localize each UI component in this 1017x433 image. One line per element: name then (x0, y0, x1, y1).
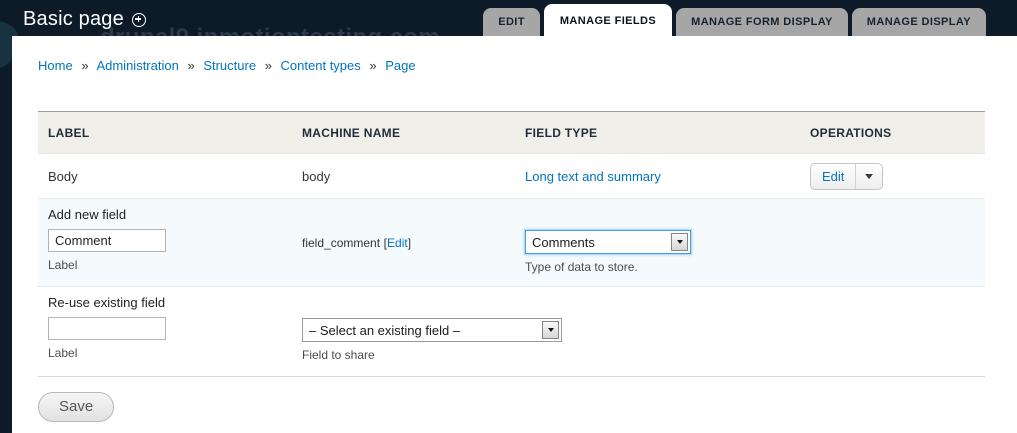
add-new-field-row: Add new field Label field_comment [Edit]… (38, 198, 985, 287)
new-field-label-input[interactable] (48, 229, 166, 252)
breadcrumb-separator: » (81, 58, 89, 73)
machine-name-edit-link[interactable]: Edit (387, 236, 408, 250)
breadcrumb-administration[interactable]: Administration (96, 58, 178, 73)
dropdown-arrow-icon[interactable] (542, 321, 559, 339)
field-type-select[interactable]: Comments (525, 230, 691, 254)
bracket: ] (407, 236, 412, 250)
column-header-field-type: FIELD TYPE (515, 111, 800, 154)
breadcrumb-separator: » (369, 58, 377, 73)
breadcrumb-content-types[interactable]: Content types (281, 58, 361, 73)
field-type-caption: Type of data to store. (525, 260, 638, 274)
body-field-label: Body (38, 153, 292, 199)
existing-field-select-value: – Select an existing field – (309, 322, 461, 338)
edit-button[interactable]: Edit (811, 164, 855, 189)
save-button[interactable]: Save (38, 392, 115, 422)
breadcrumb-page[interactable]: Page (385, 58, 415, 73)
reuse-existing-field-title: Re-use existing field (48, 295, 166, 310)
edit-dropdown-toggle[interactable] (855, 163, 882, 189)
machine-name-value: field_comment (302, 236, 381, 250)
breadcrumb-separator: » (264, 58, 272, 73)
reuse-existing-field-row: Re-use existing field Label – Select an … (38, 286, 985, 377)
tab-manage-fields[interactable]: MANAGE FIELDS (543, 4, 673, 36)
page-title-text: Basic page (23, 8, 124, 30)
column-header-operations: OPERATIONS (800, 111, 985, 154)
table-row-body-field: Body body Long text and summary Edit (38, 153, 985, 199)
content-panel: Home » Administration » Structure » Cont… (12, 36, 1017, 433)
plus-circle-icon[interactable] (131, 12, 146, 27)
fields-table: LABEL MACHINE NAME FIELD TYPE OPERATIONS… (38, 111, 985, 377)
body-field-type-link[interactable]: Long text and summary (525, 169, 661, 184)
label-caption: Label (48, 346, 78, 360)
field-share-caption: Field to share (302, 348, 375, 362)
triangle-down-icon (547, 328, 554, 332)
caret-down-icon (865, 173, 874, 179)
breadcrumb-structure[interactable]: Structure (203, 58, 256, 73)
tab-manage-display[interactable]: MANAGE DISPLAY (851, 8, 986, 36)
page-title: Basic page (23, 8, 146, 31)
table-header-row: LABEL MACHINE NAME FIELD TYPE OPERATIONS (38, 111, 985, 154)
reuse-field-label-input[interactable] (48, 317, 166, 340)
screen: drupal9.inmotiontesting.com Basic page E… (0, 0, 1017, 433)
tab-edit[interactable]: EDIT (483, 8, 540, 36)
field-type-select-value: Comments (532, 234, 595, 250)
triangle-down-icon (676, 240, 683, 244)
label-caption: Label (48, 258, 78, 272)
existing-field-select[interactable]: – Select an existing field – (302, 318, 562, 342)
column-header-machine-name: MACHINE NAME (292, 111, 515, 154)
breadcrumb-home[interactable]: Home (38, 58, 73, 73)
column-header-label: LABEL (38, 111, 292, 154)
primary-tabs: EDIT MANAGE FIELDS MANAGE FORM DISPLAY M… (483, 0, 986, 36)
add-new-field-title: Add new field (48, 207, 127, 222)
breadcrumb: Home » Administration » Structure » Cont… (38, 58, 1017, 73)
dropdown-arrow-icon[interactable] (671, 233, 688, 251)
body-field-machine-name: body (292, 153, 515, 199)
breadcrumb-separator: » (187, 58, 195, 73)
operations-split-button: Edit (810, 162, 884, 190)
tab-manage-form-display[interactable]: MANAGE FORM DISPLAY (676, 8, 848, 36)
